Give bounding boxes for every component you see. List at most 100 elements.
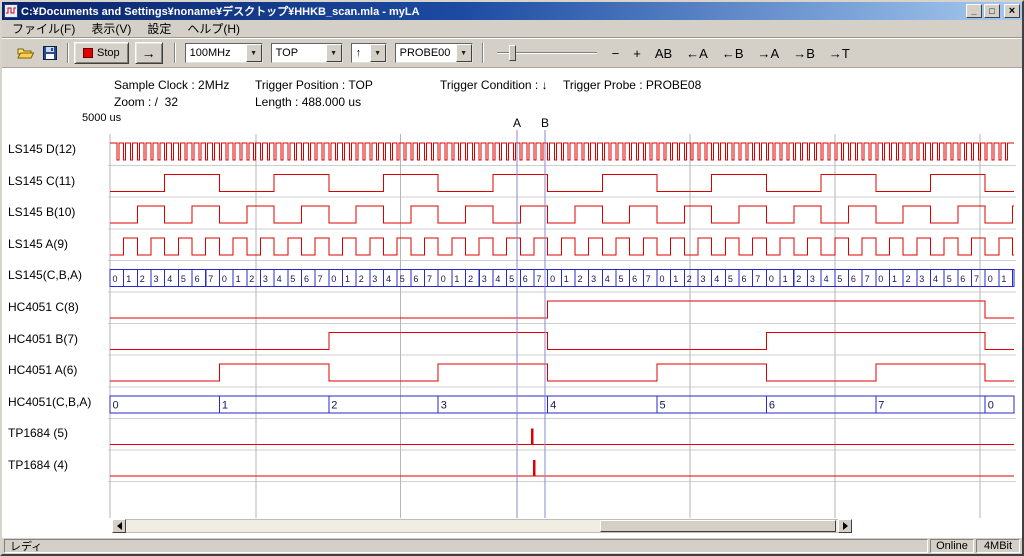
channel-label: TP1684 (5) (8, 426, 68, 440)
menu-file[interactable]: ファイル(F) (4, 19, 83, 38)
status-message: レディ (4, 539, 928, 553)
zoom-slider[interactable] (497, 42, 597, 64)
close-button[interactable]: × (1004, 4, 1020, 18)
bus-value: 0 (113, 399, 119, 411)
bus-value: 2 (359, 274, 364, 284)
bus-value: 3 (372, 274, 377, 284)
bus-value: 0 (331, 274, 336, 284)
bus-value: 3 (482, 274, 487, 284)
chevron-down-icon[interactable]: ▼ (246, 44, 262, 62)
slider-thumb[interactable] (509, 45, 516, 61)
clock-select-value: 100MHz (186, 44, 246, 62)
bus-value: 4 (386, 274, 391, 284)
waveform-trace (110, 238, 1014, 255)
stop-icon (83, 48, 93, 58)
bus-value: 0 (878, 274, 883, 284)
scroll-left-icon (113, 522, 122, 530)
bus-value: 0 (988, 274, 993, 284)
toolbar: Stop → 100MHz ▼ TOP ▼ ↑ ▼ PROBE00 ▼ − + … (2, 38, 1022, 68)
channel-label: LS145 C(11) (8, 174, 75, 188)
waveform-trace (110, 175, 1014, 192)
window-title: C:¥Documents and Settings¥noname¥デスクトップ¥… (21, 3, 963, 19)
bus-value: 2 (906, 274, 911, 284)
bus-value: 2 (796, 274, 801, 284)
save-button[interactable] (38, 42, 62, 64)
bus-value: 7 (755, 274, 760, 284)
menu-help[interactable]: ヘルプ(H) (179, 19, 248, 38)
bus-value: 7 (974, 274, 979, 284)
bus-value: 2 (578, 274, 583, 284)
title-bar[interactable]: C:¥Documents and Settings¥noname¥デスクトップ¥… (2, 2, 1022, 20)
goto-trigger-button[interactable]: →T (822, 44, 857, 63)
bus-value: 0 (441, 274, 446, 284)
bus-value: 6 (960, 274, 965, 284)
waveform-trace (110, 301, 1014, 318)
bus-value: 1 (454, 274, 459, 284)
bus-value: 7 (646, 274, 651, 284)
bus-value: 6 (523, 274, 528, 284)
bus-cell (548, 396, 657, 413)
channel-label: LS145 B(10) (8, 205, 75, 219)
stop-button[interactable]: Stop (74, 42, 129, 64)
chevron-down-icon[interactable]: ▼ (326, 44, 342, 62)
zoom-out-button[interactable]: − (605, 44, 627, 63)
bus-value: 6 (413, 274, 418, 284)
channel-label: HC4051 B(7) (8, 332, 78, 346)
scroll-right-icon (843, 522, 852, 530)
floppy-icon (43, 46, 57, 60)
toolbar-separator (482, 43, 484, 63)
chevron-down-icon[interactable]: ▼ (456, 44, 472, 62)
waveform-trace (110, 206, 1014, 223)
trigger-position-select[interactable]: TOP ▼ (271, 43, 343, 63)
bus-value: 5 (947, 274, 952, 284)
open-button[interactable] (14, 42, 38, 64)
bus-value: 6 (632, 274, 637, 284)
scrollbar-track[interactable] (126, 519, 838, 533)
horizontal-scrollbar[interactable] (112, 519, 852, 533)
goto-b-right-button[interactable]: →B (786, 44, 822, 63)
bus-value: 5 (619, 274, 624, 284)
probe-select-value: PROBE00 (396, 44, 456, 62)
waveform-trace (110, 143, 1014, 160)
bus-value: 7 (208, 274, 213, 284)
bus-value: 7 (865, 274, 870, 284)
scroll-right-button[interactable] (838, 519, 852, 533)
bus-value: 3 (591, 274, 596, 284)
app-icon (4, 4, 18, 18)
run-button[interactable]: → (135, 42, 163, 64)
channel-label: HC4051 A(6) (8, 363, 77, 377)
chevron-down-icon[interactable]: ▼ (370, 44, 386, 62)
goto-a-left-button[interactable]: ←A (679, 44, 715, 63)
toolbar-separator (67, 43, 69, 63)
scroll-left-button[interactable] (112, 519, 126, 533)
zoom-in-button[interactable]: + (626, 44, 648, 63)
bus-value: 4 (605, 274, 610, 284)
bus-value: 4 (495, 274, 500, 284)
goto-b-left-button[interactable]: ←B (715, 44, 751, 63)
pulse-mark (531, 428, 534, 444)
bus-cell (1013, 269, 1015, 286)
minimize-button[interactable]: _ (966, 4, 982, 18)
bus-value: 0 (222, 274, 227, 284)
bus-value: 5 (728, 274, 733, 284)
menu-settings[interactable]: 設定 (139, 19, 179, 38)
probe-select[interactable]: PROBE00 ▼ (395, 43, 473, 63)
trigger-edge-select[interactable]: ↑ ▼ (351, 43, 387, 63)
bus-value: 3 (263, 274, 268, 284)
maximize-button[interactable]: □ (984, 4, 1000, 18)
clock-select[interactable]: 100MHz ▼ (185, 43, 263, 63)
channel-label: LS145 D(12) (8, 142, 76, 156)
bus-value: 6 (742, 274, 747, 284)
cursor-label-a: A (513, 116, 521, 130)
goto-a-right-button[interactable]: →A (751, 44, 787, 63)
ab-button[interactable]: AB (648, 44, 679, 63)
bus-value: 2 (140, 274, 145, 284)
memory-text: 4MBit (984, 540, 1012, 552)
waveform-trace (110, 364, 1014, 381)
scrollbar-thumb[interactable] (600, 520, 836, 532)
menu-view[interactable]: 表示(V) (83, 19, 139, 38)
bus-value: 1 (126, 274, 131, 284)
status-text: レディ (10, 538, 42, 554)
bus-value: 4 (824, 274, 829, 284)
bus-value: 3 (154, 274, 159, 284)
